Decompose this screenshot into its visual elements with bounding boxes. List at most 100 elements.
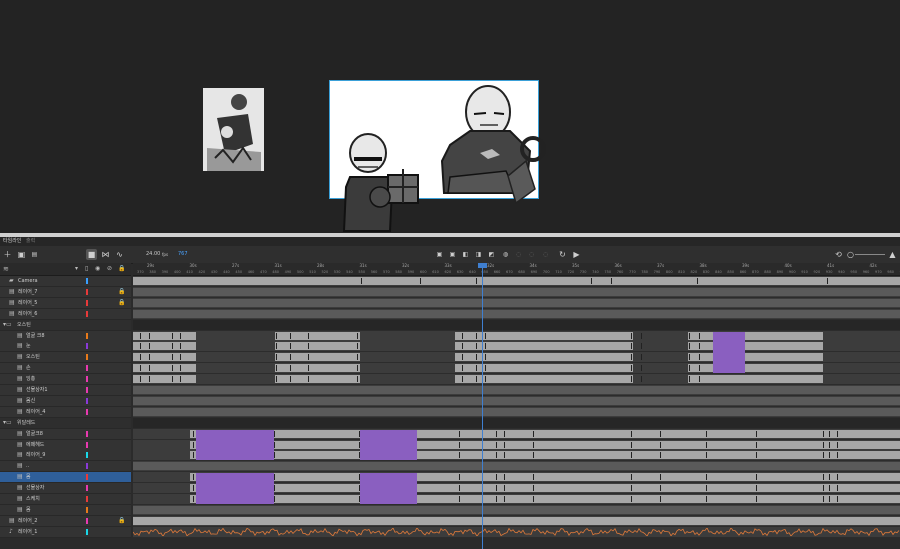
- frame-block[interactable]: [133, 331, 196, 340]
- timeline-track[interactable]: [133, 504, 900, 516]
- keyframe-marker[interactable]: [641, 343, 642, 350]
- keyframe-marker[interactable]: [172, 376, 173, 383]
- layer-row[interactable]: ▤ 얼굴 크8: [0, 330, 131, 342]
- layer-color-tag[interactable]: [86, 452, 88, 459]
- keyframe-marker[interactable]: [504, 430, 505, 437]
- lock-icon[interactable]: 🔒: [118, 298, 125, 308]
- keyframe-marker[interactable]: [308, 354, 309, 361]
- timeline-track[interactable]: [133, 297, 900, 309]
- keyframe-marker[interactable]: [361, 278, 362, 284]
- keyframe-marker[interactable]: [660, 441, 661, 448]
- timeline-track[interactable]: [133, 330, 900, 342]
- keyframe-marker[interactable]: [756, 496, 757, 502]
- frame-block[interactable]: [133, 396, 900, 405]
- frame-block[interactable]: [275, 353, 360, 362]
- keyframe-marker[interactable]: [462, 376, 463, 383]
- keyframe-marker[interactable]: [459, 474, 460, 481]
- dropdown-icon[interactable]: ▾: [75, 265, 78, 272]
- layer-row[interactable]: ▤ 레이어_4: [0, 406, 131, 418]
- keyframe-marker[interactable]: [533, 496, 534, 502]
- keyframe-marker[interactable]: [172, 343, 173, 350]
- layers-stack-icon[interactable]: ≋: [3, 265, 9, 273]
- layer-color-tag[interactable]: [86, 485, 88, 492]
- keyframe-marker[interactable]: [193, 430, 194, 437]
- keyframe-marker[interactable]: [276, 354, 277, 361]
- keyframe-marker[interactable]: [829, 452, 830, 459]
- layer-row[interactable]: ▤ 선물상자1: [0, 385, 131, 396]
- keyframe-marker[interactable]: [641, 354, 642, 361]
- layer-row[interactable]: ▤ 눈: [0, 341, 131, 353]
- frame-block[interactable]: [190, 429, 900, 438]
- new-folder-icon[interactable]: ▣: [16, 249, 27, 260]
- keyframe-marker[interactable]: [308, 376, 309, 383]
- keyframe-marker[interactable]: [485, 332, 486, 339]
- keyframe-marker[interactable]: [476, 376, 477, 383]
- frame-block[interactable]: [133, 277, 900, 285]
- keyframe-marker[interactable]: [689, 354, 690, 361]
- keyframe-marker[interactable]: [496, 485, 497, 492]
- keyframe-marker[interactable]: [641, 332, 642, 339]
- keyframe-marker[interactable]: [462, 332, 463, 339]
- timeline-track[interactable]: [133, 385, 900, 396]
- layer-color-tag[interactable]: [86, 506, 88, 513]
- frame-block[interactable]: [133, 505, 900, 514]
- keyframe-marker[interactable]: [756, 430, 757, 437]
- keyframe-marker[interactable]: [276, 365, 277, 372]
- layer-color-tag[interactable]: [86, 408, 88, 415]
- keyframe-marker[interactable]: [308, 343, 309, 350]
- frame-block[interactable]: [275, 331, 360, 340]
- keyframe-marker[interactable]: [172, 332, 173, 339]
- layer-row[interactable]: ♪ 레이어_1: [0, 526, 131, 538]
- audio-waveform[interactable]: [133, 527, 900, 536]
- frame-block[interactable]: [688, 331, 823, 340]
- keyframe-marker[interactable]: [706, 441, 707, 448]
- keyframe-marker[interactable]: [631, 343, 632, 350]
- keyframe-marker[interactable]: [631, 376, 632, 383]
- layer-row[interactable]: ▤ 레이어_9: [0, 450, 131, 462]
- keyframe-marker[interactable]: [357, 332, 358, 339]
- keyframe-marker[interactable]: [706, 485, 707, 492]
- frame-block[interactable]: [133, 342, 196, 351]
- keyframe-marker[interactable]: [631, 452, 632, 459]
- keyframe-marker[interactable]: [699, 343, 700, 350]
- onion-skin-icon[interactable]: ◍: [500, 249, 511, 260]
- keyframe-marker[interactable]: [459, 496, 460, 502]
- timeline-track[interactable]: [133, 395, 900, 407]
- layer-color-tag[interactable]: [86, 387, 88, 393]
- keyframe-marker[interactable]: [308, 365, 309, 372]
- keyframe-marker[interactable]: [631, 354, 632, 361]
- keyframe-marker[interactable]: [193, 441, 194, 448]
- frame-block[interactable]: [133, 353, 196, 362]
- keyframe-marker[interactable]: [823, 474, 824, 481]
- timeline-track[interactable]: [133, 276, 900, 287]
- keyframe-marker[interactable]: [274, 474, 275, 481]
- keyframe-marker[interactable]: [837, 485, 838, 492]
- keyframe-marker[interactable]: [699, 365, 700, 372]
- keyframe-marker[interactable]: [290, 376, 291, 383]
- keyframe-marker[interactable]: [357, 343, 358, 350]
- keyframe-marker[interactable]: [140, 332, 141, 339]
- keyframe-marker[interactable]: [140, 376, 141, 383]
- selected-frame-range[interactable]: [196, 429, 274, 461]
- keyframe-marker[interactable]: [308, 332, 309, 339]
- keyframe-marker[interactable]: [504, 452, 505, 459]
- keyframe-marker[interactable]: [827, 278, 828, 284]
- keyframe-marker[interactable]: [485, 343, 486, 350]
- keyframe-marker[interactable]: [140, 343, 141, 350]
- frame-block[interactable]: [275, 375, 360, 384]
- keyframe-marker[interactable]: [180, 376, 181, 383]
- keyframe-marker[interactable]: [631, 441, 632, 448]
- keyframe-marker[interactable]: [504, 474, 505, 481]
- keyframe-marker[interactable]: [837, 474, 838, 481]
- playhead[interactable]: [482, 263, 483, 549]
- layer-color-tag[interactable]: [86, 278, 88, 284]
- timeline-track[interactable]: [133, 341, 900, 353]
- keyframe-marker[interactable]: [756, 452, 757, 459]
- keyframe-marker[interactable]: [290, 343, 291, 350]
- frame-block[interactable]: [133, 386, 900, 394]
- layer-row[interactable]: ▤ 몸신: [0, 395, 131, 407]
- keyframe-marker[interactable]: [476, 332, 477, 339]
- layer-row[interactable]: ▤ 몸: [0, 504, 131, 516]
- keyframe-marker[interactable]: [699, 354, 700, 361]
- keyframe-marker[interactable]: [180, 343, 181, 350]
